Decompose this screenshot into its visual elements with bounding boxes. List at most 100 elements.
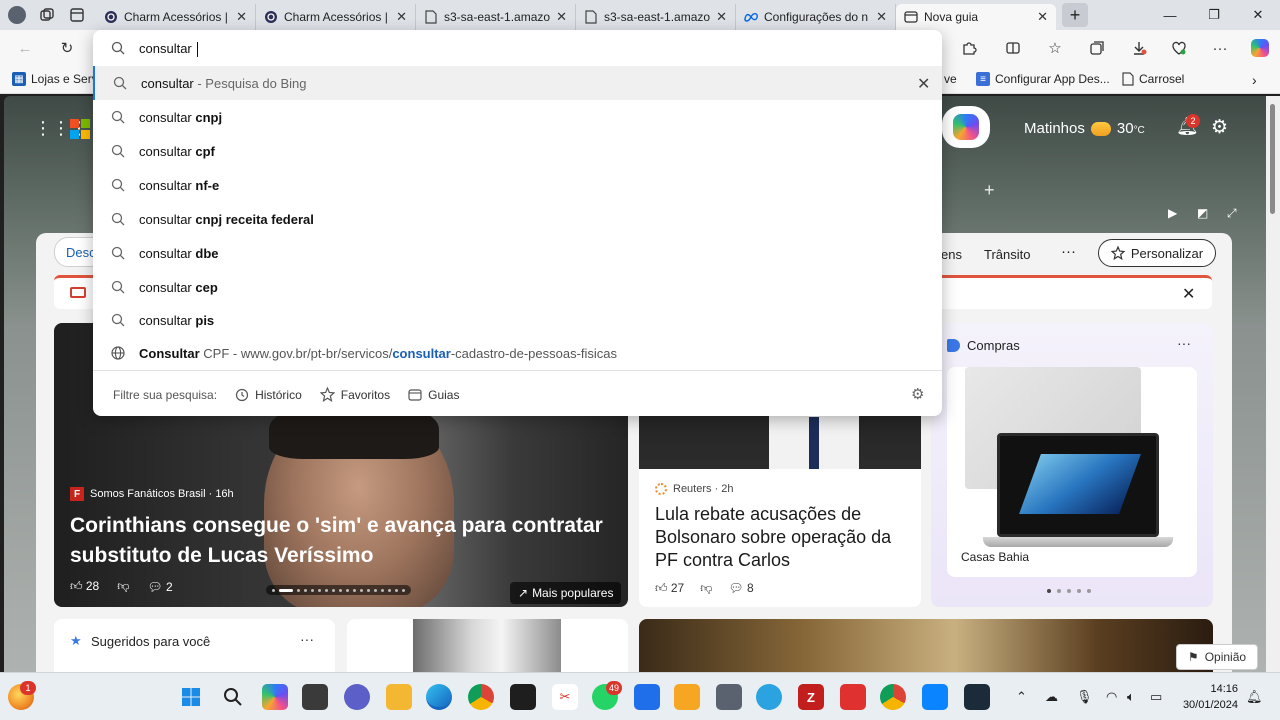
shopping-more-button[interactable]: ··· [1177, 335, 1191, 351]
feedback-button[interactable]: ⚑ Opinião [1176, 644, 1258, 670]
suggestion-item[interactable]: consultar cep [93, 270, 942, 304]
restore-button[interactable]: ❐ [1192, 0, 1236, 30]
address-bar[interactable]: consultar [93, 30, 942, 66]
close-tab-icon[interactable]: ✕ [1037, 9, 1048, 25]
settings-and-more-button[interactable]: ··· [1207, 36, 1233, 60]
more-bookmarks-button[interactable]: › [1252, 72, 1257, 88]
like-button[interactable]: 👍︎ 28 [70, 579, 99, 594]
tab-charm-2[interactable]: Charm Acessórios | ✕ [256, 4, 416, 30]
filter-guias-button[interactable]: Guias [408, 388, 459, 402]
page-settings-button[interactable]: ⚙ [1211, 116, 1228, 139]
story-headline[interactable]: Lula rebate acusações de Bolsonaro sobre… [655, 503, 913, 572]
tab-s3-2[interactable]: s3-sa-east-1.amazo ✕ [576, 4, 736, 30]
taskbar-clock[interactable]: 14:16 30/01/2024 [1180, 681, 1238, 713]
reload-button[interactable]: ↻ [54, 36, 80, 60]
tab-s3-1[interactable]: s3-sa-east-1.amazo ✕ [416, 4, 576, 30]
shopping-carousel-dots[interactable] [1047, 589, 1091, 593]
chrome-profile-icon[interactable] [880, 684, 906, 710]
personalize-button[interactable]: Personalizar [1098, 239, 1216, 267]
copilot-taskbar-icon[interactable] [262, 684, 288, 710]
close-tab-icon[interactable]: ✕ [556, 9, 567, 25]
telegram-icon[interactable] [756, 684, 782, 710]
collections-button[interactable] [1084, 36, 1110, 60]
feed-more-button[interactable]: ··· [1061, 243, 1076, 260]
close-tab-icon[interactable]: ✕ [716, 9, 727, 25]
bookmark-partial[interactable]: ve [944, 72, 957, 86]
close-notice-button[interactable]: ✕ [1182, 284, 1195, 304]
dislike-icon[interactable]: 👎︎ [117, 579, 129, 594]
favorites-button[interactable]: ☆ [1042, 36, 1068, 60]
suggestion-item[interactable]: consultar nf-e [93, 168, 942, 202]
suggestion-site[interactable]: Consultar CPF - www.gov.br/pt-br/servico… [93, 336, 942, 370]
filter-favoritos-button[interactable]: Favoritos [319, 387, 390, 402]
profile-button[interactable] [4, 3, 30, 27]
back-button[interactable]: ← [12, 36, 38, 60]
carousel-dots[interactable] [266, 585, 411, 595]
remove-suggestion-button[interactable]: ✕ [917, 74, 930, 94]
close-tab-icon[interactable]: ✕ [396, 9, 407, 25]
edge-icon[interactable] [426, 684, 452, 710]
chat-icon[interactable] [344, 684, 370, 710]
weather-widget[interactable]: Matinhos 30°C [1024, 120, 1145, 137]
page-scrollbar[interactable] [1266, 96, 1280, 672]
suggested-more-button[interactable]: ··· [300, 631, 314, 647]
search-settings-gear-icon[interactable]: ⚙ [911, 385, 924, 403]
workspaces-button[interactable] [34, 3, 60, 27]
minimize-button[interactable]: — [1148, 0, 1192, 30]
store-taskbar-icon[interactable] [922, 684, 948, 710]
expand-background-button[interactable]: ⤢ [1227, 206, 1237, 221]
feed-tab-partial[interactable]: ens [941, 247, 962, 262]
hero-headline[interactable]: Corinthians consegue o 'sim' e avança pa… [70, 511, 620, 571]
address-bar-input[interactable]: consultar [139, 41, 199, 58]
copilot-sidebar-button[interactable] [1247, 36, 1273, 60]
bookmark-carrosel[interactable]: Carrosel [1122, 72, 1184, 86]
suggestion-item[interactable]: consultar cpf [93, 134, 942, 168]
file-explorer-icon[interactable] [386, 684, 412, 710]
start-button[interactable] [178, 684, 204, 710]
story-card-wide[interactable] [639, 619, 1213, 672]
product-card[interactable]: Casas Bahia [947, 367, 1197, 577]
calculator-icon[interactable] [716, 684, 742, 710]
tab-charm-1[interactable]: Charm Acessórios | ✕ [96, 4, 256, 30]
story-card-interior[interactable] [347, 619, 628, 672]
microphone-icon[interactable]: 🎙︎ [1076, 689, 1093, 705]
extensions-button[interactable] [956, 36, 982, 60]
snipping-tool-icon[interactable]: ✂ [552, 684, 578, 710]
dislike-icon[interactable]: 👎︎ [700, 581, 712, 596]
close-tab-icon[interactable]: ✕ [876, 9, 887, 25]
suggestion-item[interactable]: consultar cnpj receita federal [93, 202, 942, 236]
suggestion-bing[interactable]: consultar - Pesquisa do Bing ✕ [93, 66, 942, 100]
notepad-icon[interactable] [634, 684, 660, 710]
bookmark-lojas[interactable]: ▦ Lojas e Serv [12, 72, 98, 86]
split-screen-button[interactable] [1000, 36, 1026, 60]
suggested-card[interactable]: ★ Sugeridos para você ··· [54, 619, 335, 672]
figma-icon[interactable] [510, 684, 536, 710]
shopping-card[interactable]: Compras ··· Casas Bahia [931, 323, 1213, 607]
feed-tab-transito[interactable]: Trânsito [984, 247, 1030, 262]
copilot-button[interactable] [942, 106, 990, 148]
close-window-button[interactable]: ✕ [1236, 0, 1280, 30]
new-tab-button[interactable]: + [1062, 3, 1088, 27]
mais-populares-button[interactable]: ↗ Mais populares [510, 582, 622, 604]
suggestion-item[interactable]: consultar pis [93, 303, 942, 337]
anydesk-icon[interactable] [840, 684, 866, 710]
like-button[interactable]: 👍︎ 27 [655, 581, 684, 596]
scrollbar-thumb[interactable] [1270, 104, 1275, 214]
filezilla-icon[interactable]: Z [798, 684, 824, 710]
comments-button[interactable]: 💬︎ 8 [728, 581, 753, 596]
onedrive-icon[interactable]: ☁ [1045, 689, 1058, 705]
microsoft-logo[interactable] [70, 119, 90, 139]
tab-meta[interactable]: Configurações do n ✕ [736, 4, 896, 30]
terminal-icon[interactable] [964, 684, 990, 710]
tab-actions-button[interactable] [64, 3, 90, 27]
tab-nova-guia[interactable]: Nova guia ✕ [896, 4, 1056, 30]
volume-icon[interactable]: 🔈︎ [1127, 689, 1135, 705]
filter-historico-button[interactable]: Histórico [235, 388, 302, 402]
add-shortcut-button[interactable]: + [984, 180, 995, 201]
background-info-button[interactable]: ◩ [1197, 206, 1208, 220]
notification-center-icon[interactable]: 🔔︎ [1246, 689, 1263, 705]
task-view-icon[interactable] [302, 684, 328, 710]
suggestion-item[interactable]: consultar cnpj [93, 100, 942, 134]
chrome-icon[interactable] [468, 684, 494, 710]
search-taskbar-button[interactable] [220, 684, 246, 710]
